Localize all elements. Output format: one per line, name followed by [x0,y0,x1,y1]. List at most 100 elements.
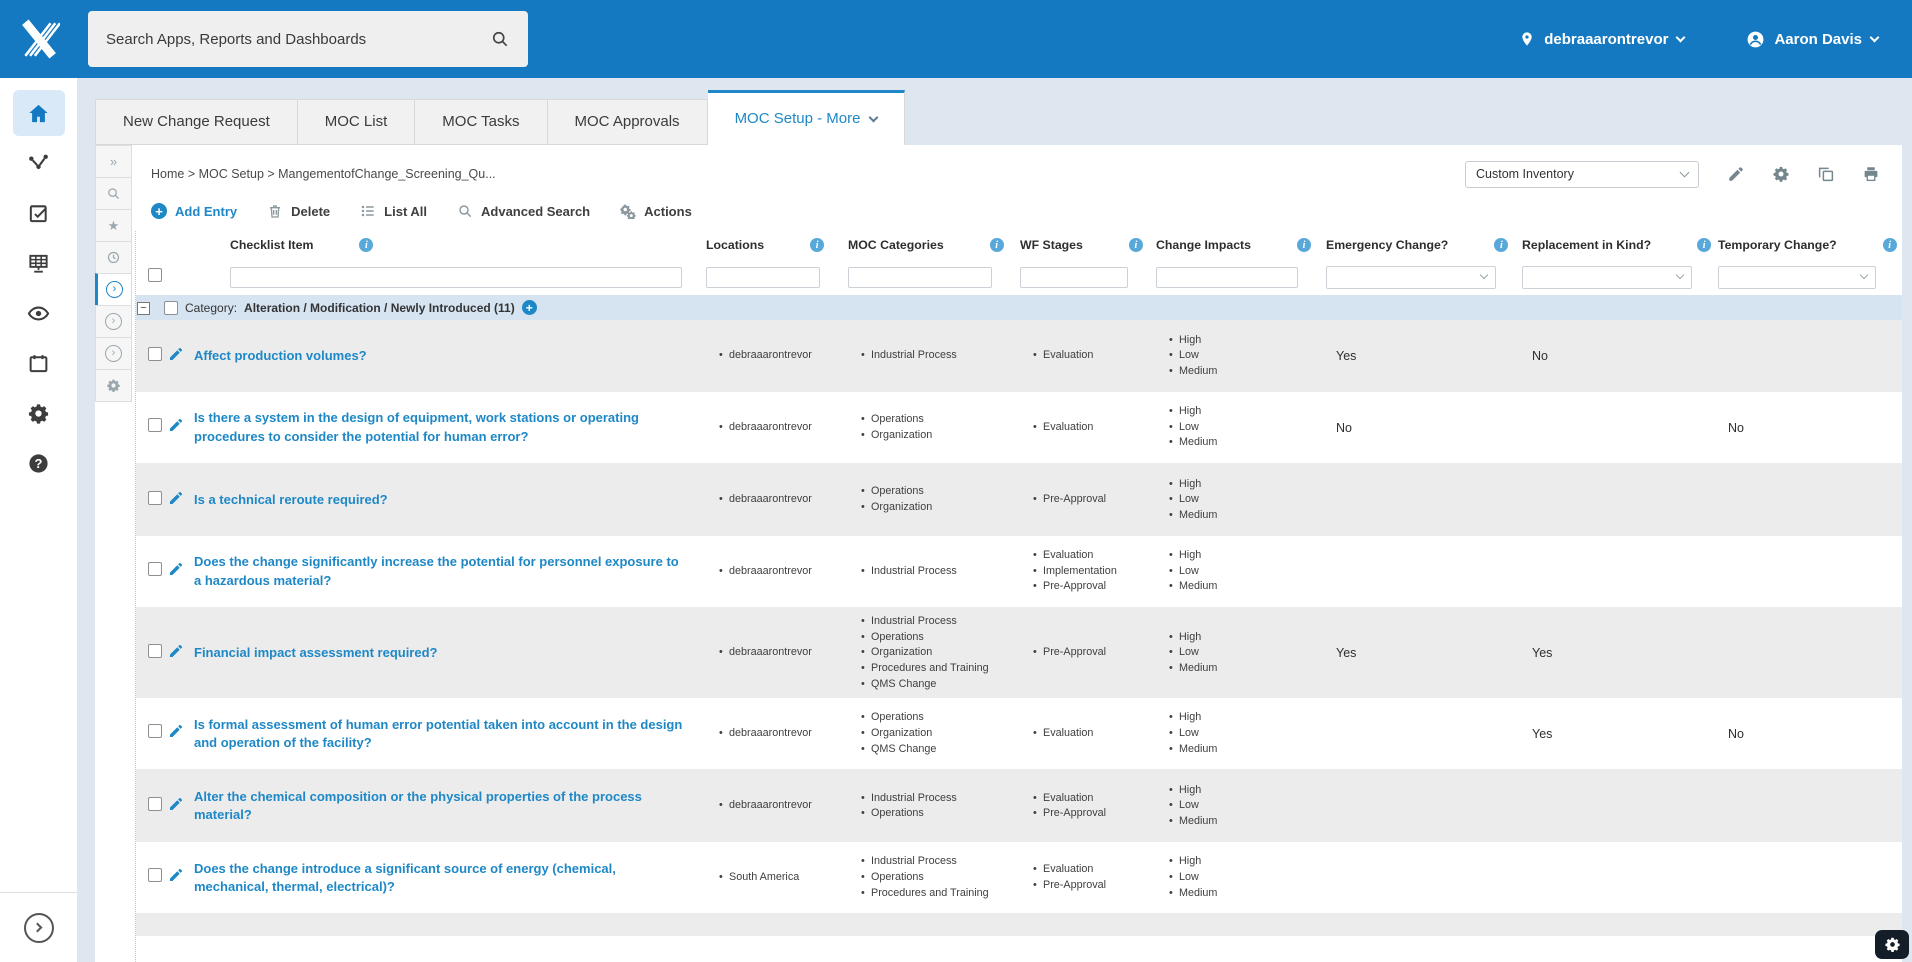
table-row: Is there a system in the design of equip… [136,392,1902,464]
checklist-item-link[interactable]: Alter the chemical composition or the ph… [194,788,706,824]
edit-row-icon[interactable] [168,796,184,812]
active-tab-label: MOC Setup - More [734,110,861,127]
categories-list: OperationsOrganization [848,412,1020,443]
info-icon[interactable] [359,238,374,252]
print-icon[interactable] [1862,165,1880,183]
checklist-item-link[interactable]: Is a technical reroute required? [194,491,406,509]
info-icon[interactable] [1296,238,1311,252]
list-all-button[interactable]: List All [360,203,427,219]
checklist-item-link[interactable]: Is there a system in the design of equip… [194,409,706,445]
rail-collapse-button[interactable]: » [95,145,132,178]
wf-stages-filter-input[interactable] [1020,266,1128,288]
actions-button[interactable]: Actions [620,203,692,219]
info-icon[interactable] [1697,238,1712,252]
add-entry-button[interactable]: + Add Entry [151,203,237,219]
info-icon[interactable] [1882,238,1897,252]
grid-toolbar: + Add Entry Delete List All Advanced Sea… [133,191,1902,231]
info-icon[interactable] [989,238,1004,252]
row-checkbox[interactable] [148,562,162,576]
location-pin-icon [1522,32,1532,46]
main-panel: » ★ › › › Home > MOC Setup > Mangementof… [95,145,1902,962]
moc-categories-filter-input[interactable] [848,266,992,288]
edit-row-icon[interactable] [168,561,184,577]
sidebar-item-views[interactable] [13,290,65,336]
copy-icon[interactable] [1817,165,1835,183]
sidebar-item-dashboard[interactable] [13,240,65,286]
edit-row-icon[interactable] [168,643,184,659]
sidebar-item-settings[interactable] [13,390,65,436]
rail-favorites-button[interactable]: ★ [95,209,132,242]
category-name: Alteration / Modification / Newly Introd… [244,300,515,315]
gear-icon[interactable] [1772,165,1790,183]
info-icon[interactable] [1128,238,1143,252]
add-to-category-icon[interactable]: + [521,300,537,315]
intelex-logo-icon[interactable] [18,18,60,60]
view-selector[interactable]: Custom Inventory [1465,160,1699,188]
emergency-change-filter-select[interactable] [1326,265,1496,289]
change-impacts-filter-input[interactable] [1156,266,1298,288]
top-bar-right: debraaarontrevor Aaron Davis [1519,30,1912,49]
location-switcher[interactable]: debraaarontrevor [1519,31,1686,48]
row-checkbox[interactable] [148,796,162,811]
tab-new-change-request[interactable]: New Change Request [95,99,298,145]
select-all-checkbox[interactable] [148,267,162,282]
chevron-down-icon [1679,167,1690,177]
checklist-item-filter-input[interactable] [230,266,682,288]
checklist-item-link[interactable]: Does the change introduce a significant … [194,860,706,896]
info-icon[interactable] [810,238,825,252]
search-input[interactable] [106,30,490,48]
rail-nav-button-3[interactable]: › [95,337,132,370]
edit-row-icon[interactable] [168,723,184,739]
tab-moc-setup-more[interactable]: MOC Setup - More [707,90,906,145]
add-entry-label: Add Entry [175,203,238,219]
rail-settings-button[interactable] [95,369,132,402]
column-header-locations: Locations [706,238,848,252]
row-checkbox[interactable] [148,490,162,505]
row-checkbox[interactable] [148,643,162,658]
delete-button[interactable]: Delete [267,203,330,219]
checklist-item-link[interactable]: Does the change significantly increase t… [194,553,706,589]
advanced-search-button[interactable]: Advanced Search [457,203,590,219]
checklist-item-link[interactable]: Financial impact assessment required? [194,644,455,662]
edit-row-icon[interactable] [168,867,184,883]
locations-list: debraaarontrevor [706,564,848,580]
rail-search-button[interactable] [95,177,132,210]
consent-gear-icon [1884,937,1900,952]
row-checkbox[interactable] [148,346,162,361]
locations-filter-input[interactable] [706,266,820,288]
user-menu[interactable]: Aaron Davis [1746,30,1880,49]
column-header-change-impacts: Change Impacts [1156,238,1326,252]
info-icon[interactable] [1494,238,1509,252]
rail-nav-button-2[interactable]: › [95,305,132,338]
category-checkbox[interactable] [164,300,178,315]
edit-pencil-icon[interactable] [1727,165,1745,183]
replacement-in-kind-filter-select[interactable] [1522,265,1692,289]
tab-moc-tasks[interactable]: MOC Tasks [415,99,548,145]
user-name: Aaron Davis [1774,30,1862,48]
edit-row-icon[interactable] [168,490,184,506]
checklist-item-link[interactable]: Affect production volumes? [194,347,385,365]
row-checkbox[interactable] [148,868,162,883]
sidebar-expand-button[interactable] [23,912,54,943]
row-checkbox[interactable] [148,724,162,739]
edit-row-icon[interactable] [168,417,184,433]
rail-recent-button[interactable] [95,241,132,274]
user-avatar-icon [1748,31,1764,47]
tab-moc-list[interactable]: MOC List [297,99,416,145]
sidebar-item-help[interactable]: ? [13,440,65,486]
temporary-change-filter-select[interactable] [1718,265,1876,289]
edit-row-icon[interactable] [168,346,184,362]
row-checkbox[interactable] [148,418,162,432]
sidebar-item-home[interactable] [12,90,65,136]
sidebar-item-calendar[interactable] [13,340,65,386]
search-icon[interactable] [490,29,510,49]
breadcrumb: Home > MOC Setup > MangementofChange_Scr… [151,167,496,181]
rail-nav-current-button[interactable]: › [95,273,132,306]
table-row-partial [136,914,1902,937]
tab-moc-approvals[interactable]: MOC Approvals [547,99,708,145]
sidebar-item-network[interactable] [13,140,65,186]
grid-filter-row [136,259,1902,295]
privacy-consent-badge[interactable] [1875,930,1909,959]
checklist-item-link[interactable]: Is formal assessment of human error pote… [194,716,706,752]
sidebar-item-tasks[interactable] [13,190,65,236]
